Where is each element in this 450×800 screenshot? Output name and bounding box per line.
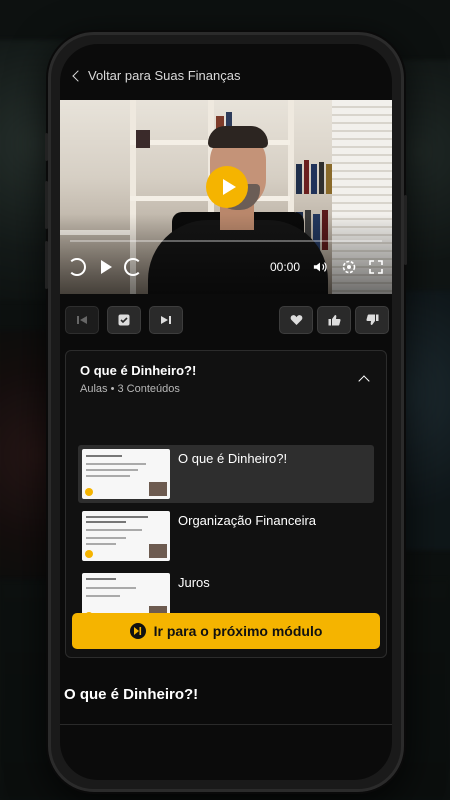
- phone-frame: Voltar para Suas Finanças 00:00 O que é …: [45, 32, 407, 792]
- thumbs-up-icon: [328, 315, 341, 326]
- fullscreen-button[interactable]: [366, 256, 386, 278]
- skip-previous-icon: [77, 316, 87, 324]
- chevron-left-icon: [72, 69, 84, 82]
- gear-icon: [342, 260, 356, 274]
- lesson-label: Organização Financeira: [178, 513, 317, 528]
- lesson-item[interactable]: Organização Financeira: [78, 507, 374, 565]
- skip-next-icon: [161, 316, 171, 324]
- fullscreen-icon: [369, 260, 383, 274]
- lesson-label: O que é Dinheiro?!: [178, 451, 288, 466]
- rewind-icon: [68, 258, 86, 276]
- lesson-label: Juros: [178, 575, 210, 590]
- play-small-button[interactable]: [96, 256, 116, 278]
- module-card: O que é Dinheiro?! Aulas • 3 Conteúdos O…: [65, 350, 387, 658]
- top-bar: Voltar para Suas Finanças: [60, 44, 392, 100]
- lesson-thumbnail: [82, 511, 170, 561]
- app-screen: Voltar para Suas Finanças 00:00 O que é …: [60, 44, 392, 780]
- lesson-actions: [60, 306, 392, 338]
- next-module-button[interactable]: Ir para o próximo módulo: [72, 613, 380, 649]
- lesson-item[interactable]: O que é Dinheiro?!: [78, 445, 374, 503]
- lesson-thumbnail: [82, 449, 170, 499]
- divider: [60, 724, 392, 725]
- play-icon: [222, 179, 236, 195]
- module-subtitle: Aulas • 3 Conteúdos: [80, 383, 180, 395]
- video-player[interactable]: 00:00: [60, 100, 392, 294]
- player-controls: 00:00: [60, 256, 392, 282]
- time-readout: 00:00: [270, 260, 301, 274]
- back-link[interactable]: Voltar para Suas Finanças: [72, 68, 241, 83]
- play-small-icon: [100, 260, 112, 274]
- next-module-label: Ir para o próximo módulo: [153, 623, 323, 639]
- skip-next-icon: [129, 623, 146, 639]
- volume-icon: [313, 262, 327, 272]
- checkbox-icon: [118, 314, 130, 326]
- mark-complete-button[interactable]: [107, 306, 141, 334]
- dislike-button[interactable]: [355, 306, 389, 334]
- forward-button[interactable]: [122, 256, 144, 278]
- forward-icon: [124, 258, 142, 276]
- volume-button[interactable]: [310, 256, 330, 278]
- settings-button[interactable]: [338, 256, 360, 278]
- previous-lesson-button[interactable]: [65, 306, 99, 334]
- heart-icon: [290, 315, 302, 325]
- back-label: Voltar para Suas Finanças: [88, 68, 241, 83]
- module-title: O que é Dinheiro?!: [80, 363, 197, 378]
- play-button[interactable]: [206, 166, 248, 208]
- progress-bar[interactable]: [70, 240, 382, 242]
- rewind-button[interactable]: [66, 256, 88, 278]
- chevron-up-icon[interactable]: [358, 375, 370, 387]
- like-button[interactable]: [317, 306, 351, 334]
- favorite-button[interactable]: [279, 306, 313, 334]
- next-lesson-button[interactable]: [149, 306, 183, 334]
- thumbs-down-icon: [365, 314, 378, 325]
- lesson-title: O que é Dinheiro?!: [64, 686, 199, 703]
